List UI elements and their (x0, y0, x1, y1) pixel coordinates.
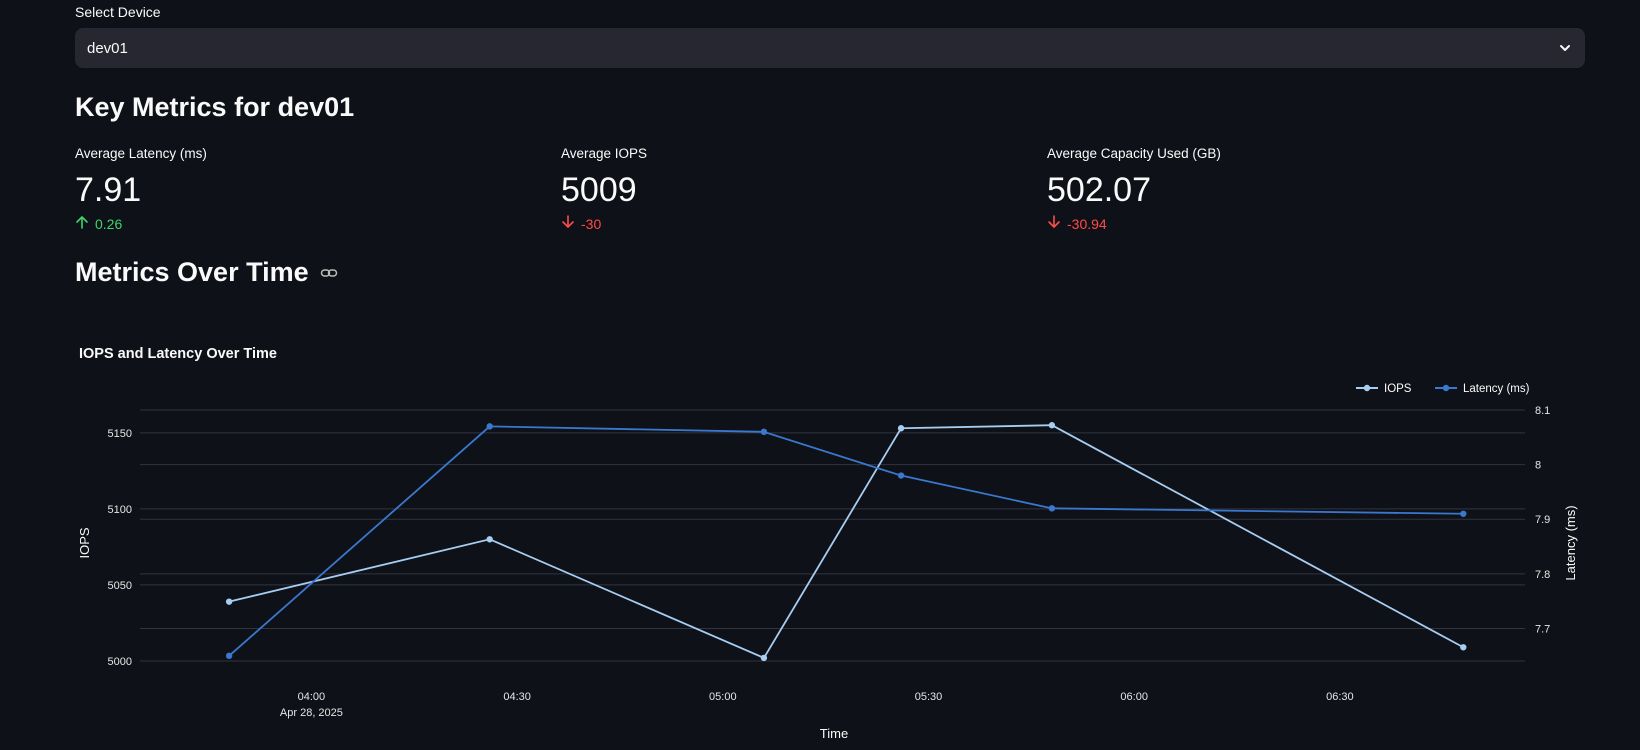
x-tick-label: 06:30 (1326, 691, 1354, 703)
y-tick-label: 5000 (108, 656, 132, 668)
series-line-0 (228, 424, 1464, 660)
x-axis-ticks: 04:00 Apr 28, 2025 04:30 05:00 05:30 06:00 06:… (280, 691, 1354, 719)
y2-tick-label: 8.1 (1535, 405, 1550, 417)
legend-label: Latency (ms) (1463, 383, 1530, 395)
y2-axis-ticks: 7.7 7.8 7.9 8 8.1 (1535, 405, 1550, 635)
chart-lines (225, 422, 1467, 662)
y-axis-title: IOPS (77, 527, 92, 558)
data-point (486, 423, 493, 430)
chart-legend[interactable]: IOPS Latency (ms) (1356, 383, 1530, 395)
y2-tick-label: 7.8 (1535, 569, 1550, 581)
legend-marker (1442, 384, 1450, 392)
legend-marker (1363, 384, 1371, 392)
chart-title: IOPS and Latency Over Time (79, 346, 277, 362)
data-point (1048, 422, 1056, 429)
data-point (1460, 510, 1467, 517)
data-point (760, 654, 768, 662)
data-point (897, 472, 905, 479)
y-axis-ticks: 5000 5050 5100 5150 (108, 428, 132, 668)
y-tick-label: 5150 (108, 428, 132, 440)
legend-label: IOPS (1384, 383, 1412, 395)
data-point (225, 598, 233, 605)
y2-tick-label: 7.7 (1535, 623, 1550, 635)
y2-axis-title: Latency (ms) (1563, 505, 1578, 580)
chart-grid (140, 409, 1525, 662)
series-line-1 (228, 425, 1464, 657)
y-tick-label: 5100 (108, 504, 132, 516)
data-point (760, 428, 768, 436)
data-point (1460, 644, 1467, 651)
x-axis-title: Time (820, 726, 848, 741)
iops-latency-chart[interactable]: IOPS and Latency Over Time 5000505051005… (0, 0, 1640, 750)
x-tick-label: 05:30 (915, 691, 943, 703)
x-tick-label: 06:00 (1120, 691, 1148, 703)
x-tick-sublabel: Apr 28, 2025 (280, 707, 343, 719)
x-tick-label: 04:30 (503, 691, 531, 703)
y2-tick-label: 8 (1535, 460, 1541, 472)
x-tick-label: 04:00 (298, 691, 326, 703)
data-point (897, 425, 905, 432)
y2-tick-label: 7.9 (1535, 514, 1550, 526)
x-tick-label: 05:00 (709, 691, 737, 703)
data-point (1048, 505, 1056, 512)
data-point (225, 652, 233, 660)
data-point (486, 536, 493, 543)
y-tick-label: 5050 (108, 580, 132, 592)
